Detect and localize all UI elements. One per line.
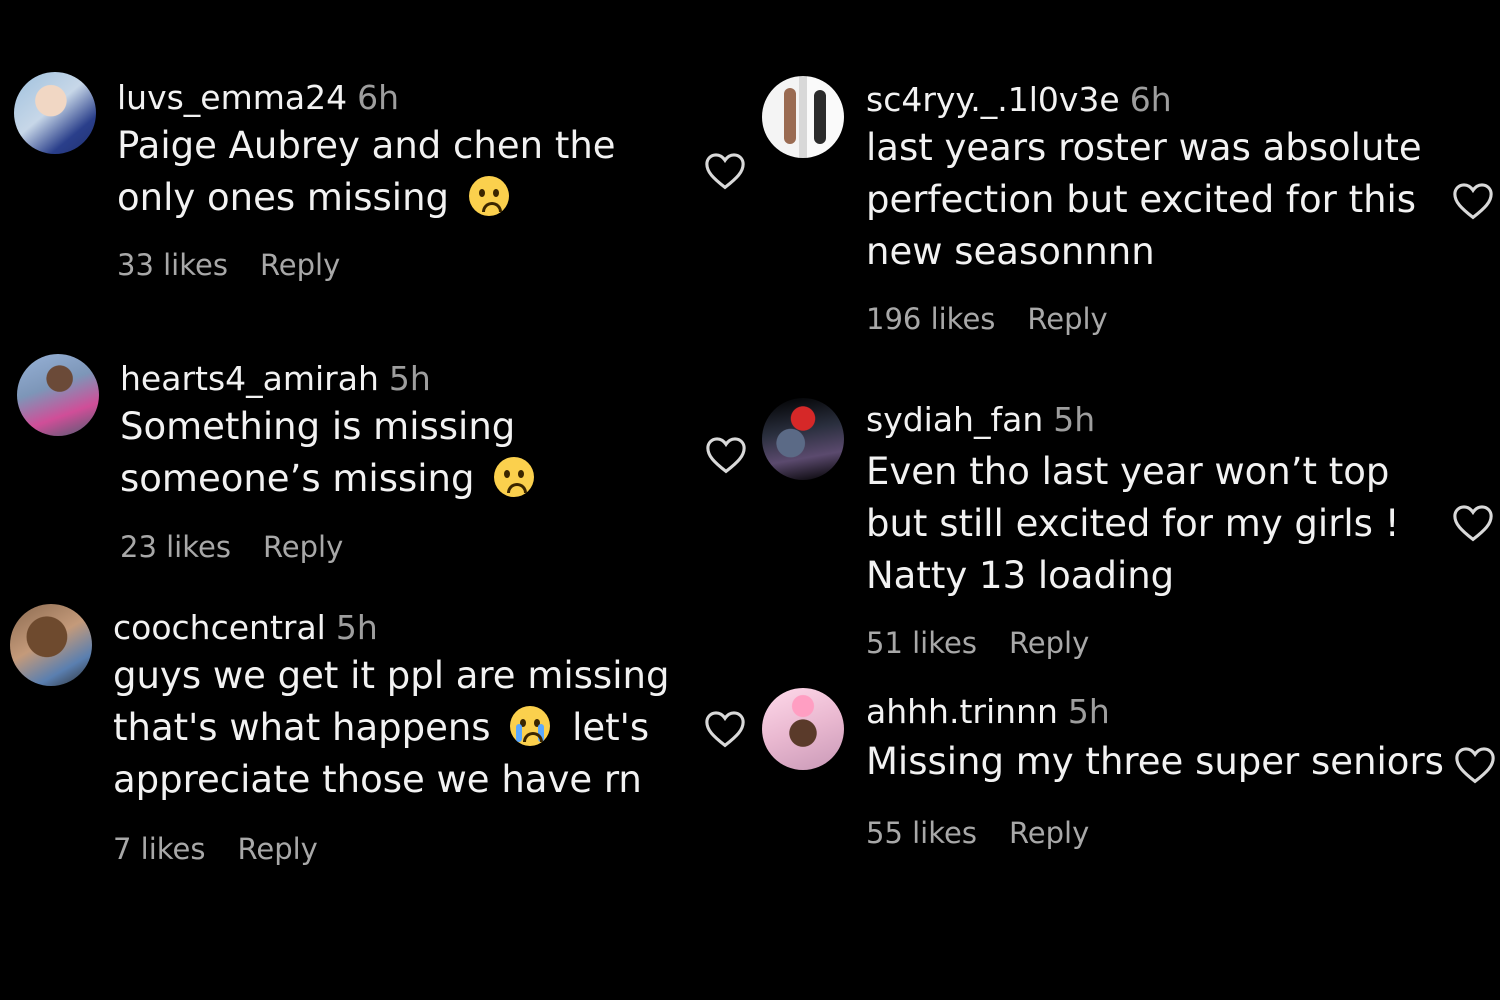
comment-username[interactable]: luvs_emma24 <box>117 78 347 117</box>
comment-item: ahhh.trinnn 5h Missing my three super sen… <box>762 688 1500 868</box>
comment-time: 5h <box>1067 692 1110 731</box>
comment-username[interactable]: ahhh.trinnn <box>866 692 1058 731</box>
comment-line: perfection but excited for this <box>866 178 1417 221</box>
likes-count[interactable]: 33 likes <box>117 248 228 282</box>
comment-line: last years roster was absolute <box>866 126 1422 169</box>
comment-line: only ones missing <box>117 176 450 219</box>
comment-line: let's <box>572 706 650 749</box>
comment-line: appreciate those we have rn <box>113 758 642 801</box>
heart-outline-icon[interactable] <box>1452 504 1494 542</box>
comment-text: Paige Aubrey and chen the only ones miss… <box>117 120 616 224</box>
comment-username[interactable]: hearts4_amirah <box>120 359 379 398</box>
avatar[interactable] <box>762 688 844 770</box>
avatar[interactable] <box>14 72 96 154</box>
comment-item: coochcentral 5h guys we get it ppl are mi… <box>10 604 750 884</box>
comment-line: Paige Aubrey and chen the <box>117 124 616 167</box>
comment-line: new seasonnnn <box>866 230 1155 273</box>
heart-outline-icon[interactable] <box>1452 182 1494 220</box>
comment-username[interactable]: sydiah_fan <box>866 400 1043 439</box>
comment-text: guys we get it ppl are missing that's wh… <box>113 650 669 806</box>
comment-line: Even tho last year won’t top <box>866 450 1390 493</box>
avatar[interactable] <box>762 398 844 480</box>
loudly-crying-face-icon <box>510 706 551 746</box>
comment-item: sydiah_fan 5h Even tho last year won’t to… <box>762 398 1500 668</box>
comment-item: sc4ryy._.1l0v3e 6h last years roster was … <box>762 76 1500 346</box>
heart-outline-icon[interactable] <box>705 436 747 474</box>
comment-line: someone’s missing <box>120 457 475 500</box>
likes-count[interactable]: 55 likes <box>866 816 977 850</box>
reply-button[interactable]: Reply <box>1027 302 1107 336</box>
heart-outline-icon[interactable] <box>704 152 746 190</box>
avatar[interactable] <box>762 76 844 158</box>
likes-count[interactable]: 196 likes <box>866 302 995 336</box>
pleading-face-icon <box>468 176 509 216</box>
comment-line: guys we get it ppl are missing <box>113 654 670 697</box>
comment-time: 5h <box>1053 400 1096 439</box>
heart-outline-icon[interactable] <box>704 710 746 748</box>
comment-line: Something is missing <box>120 405 516 448</box>
likes-count[interactable]: 23 likes <box>120 530 231 564</box>
pleading-face-icon <box>494 457 535 497</box>
comment-username[interactable]: sc4ryy._.1l0v3e <box>866 80 1120 119</box>
comment-item: hearts4_amirah 5h Something is missing so… <box>17 354 757 574</box>
reply-button[interactable]: Reply <box>1009 626 1089 660</box>
comment-text: last years roster was absolute perfectio… <box>866 122 1422 278</box>
comment-time: 6h <box>357 78 400 117</box>
likes-count[interactable]: 51 likes <box>866 626 977 660</box>
comment-item: luvs_emma24 6h Paige Aubrey and chen the … <box>14 72 754 292</box>
comment-time: 5h <box>335 608 378 647</box>
reply-button[interactable]: Reply <box>238 832 318 866</box>
comment-time: 6h <box>1129 80 1172 119</box>
likes-count[interactable]: 7 likes <box>113 832 206 866</box>
reply-button[interactable]: Reply <box>1009 816 1089 850</box>
comment-text: Even tho last year won’t top but still e… <box>866 446 1400 602</box>
comment-username[interactable]: coochcentral <box>113 608 326 647</box>
heart-outline-icon[interactable] <box>1454 746 1496 784</box>
comment-line: but still excited for my girls ! <box>866 502 1400 545</box>
comment-line: that's what happens <box>113 706 491 749</box>
avatar[interactable] <box>17 354 99 436</box>
comment-line: Missing my three super seniors <box>866 740 1444 783</box>
comment-line: Natty 13 loading <box>866 554 1175 597</box>
comment-text: Something is missing someone’s missing <box>120 401 535 505</box>
reply-button[interactable]: Reply <box>260 248 340 282</box>
reply-button[interactable]: Reply <box>263 530 343 564</box>
avatar[interactable] <box>10 604 92 686</box>
comment-time: 5h <box>388 359 431 398</box>
comment-text: Missing my three super seniors <box>866 736 1444 788</box>
